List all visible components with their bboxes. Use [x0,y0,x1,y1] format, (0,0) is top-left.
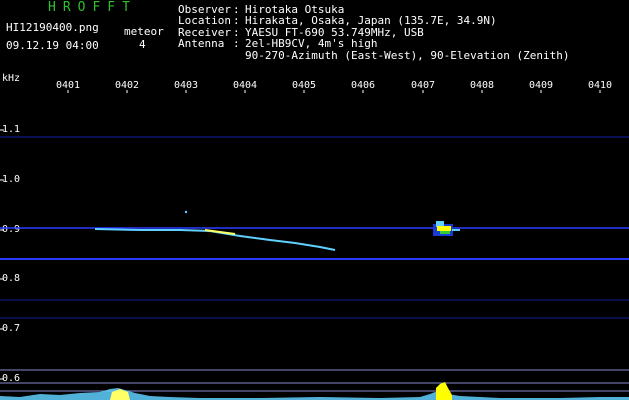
info-key: Antenna [178,37,225,51]
meteor-count: 4 [139,38,146,51]
echo-core [440,231,450,234]
echo-core [437,226,451,231]
brand-title: HROFFT [48,0,137,15]
amplitude-peak [436,382,452,400]
tick-marks [0,90,601,380]
spectrogram-plot [0,90,629,400]
info-value: 90-270-Azimuth (East-West), 90-Elevation… [245,48,570,62]
amplitude-fill [0,388,629,400]
y-unit-label: kHz [2,73,21,84]
timestamp: 09.12.19 04:00 [6,39,99,52]
trace-dot [184,210,188,214]
echo-tail [452,229,460,231]
station-info: Observer: Hirotaka Otsuka Location: Hiraka… [178,4,570,61]
meteor-label: meteor [124,25,164,38]
info-separator: : [233,37,240,51]
doppler-trace [94,210,336,251]
info-row-antenna-direction: 90-270-Azimuth (East-West), 90-Elevation… [178,48,570,62]
interference-lines [0,136,629,392]
filename-label: HI12190400.png [6,21,99,34]
